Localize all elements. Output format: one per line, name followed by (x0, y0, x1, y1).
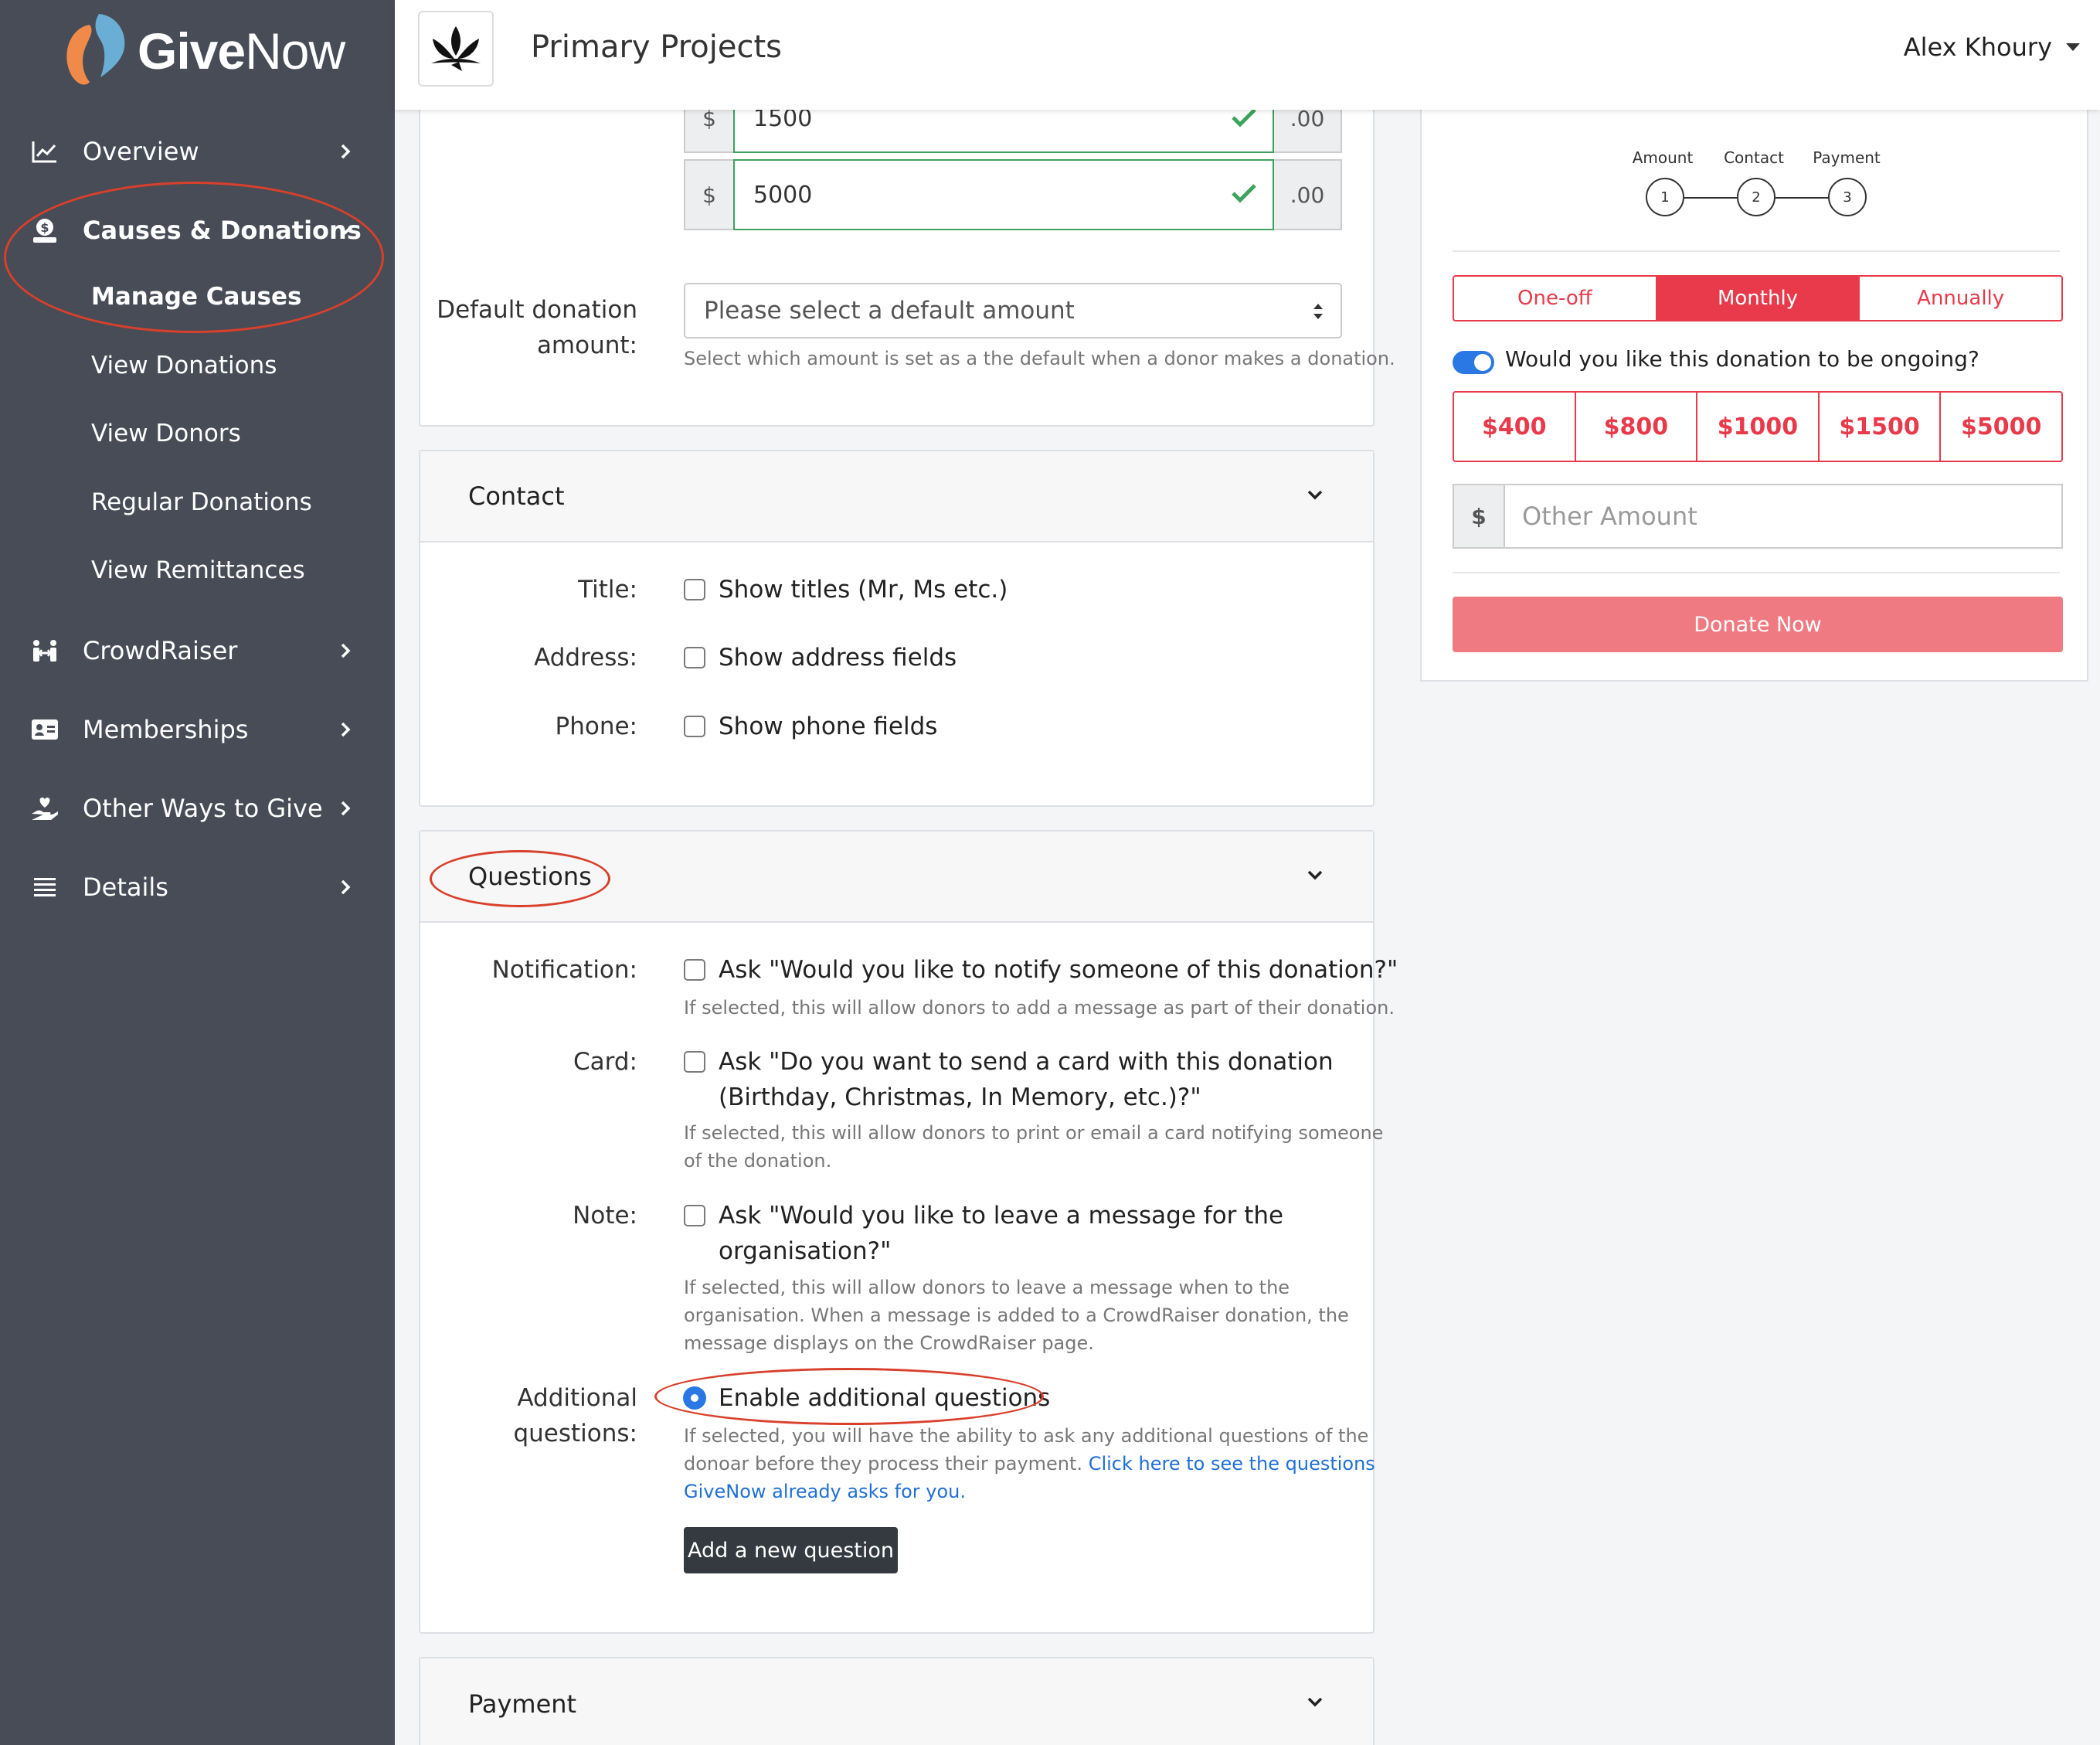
id-card-icon (31, 716, 59, 743)
annotation-ellipse-additional (654, 1368, 1044, 1425)
frequency-one-off[interactable]: One-off (1454, 277, 1656, 320)
sidebar-subitem-view-donations[interactable]: View Donations (91, 352, 277, 379)
select-arrows-icon (1313, 304, 1323, 319)
card-checkbox[interactable] (684, 1051, 705, 1073)
check-icon (1232, 108, 1256, 128)
frequency-selector: One-off Monthly Annually (1453, 275, 2063, 321)
amount-row: $ 5000 .00 (684, 159, 1342, 230)
notification-checkbox[interactable] (684, 959, 705, 981)
show-address-text: Show address fields (719, 644, 957, 672)
existing-questions-link[interactable]: Click here to see the questions (1089, 1453, 1375, 1475)
sidebar-item-details[interactable]: Details (0, 853, 395, 921)
add-question-button[interactable]: Add a new question (684, 1527, 898, 1573)
user-name: Alex Khoury (1903, 32, 2052, 62)
notification-text: Ask "Would you like to notify someone of… (719, 956, 1398, 984)
donation-preview: Amount Contact Payment 1 2 3 One-off Mon… (1420, 110, 2088, 682)
chevron-down-icon (1307, 490, 1323, 500)
step-label-payment: Payment (1813, 148, 1881, 167)
additional-questions-label: Additional questions: (513, 1384, 637, 1447)
show-phone-checkbox[interactable] (684, 716, 705, 737)
note-help: If selected, this will allow donors to l… (684, 1277, 1349, 1354)
step-1: 1 (1646, 178, 1684, 216)
donate-now-button[interactable]: Donate Now (1453, 597, 2063, 652)
frequency-annually[interactable]: Annually (1858, 277, 2061, 320)
step-label-amount: Amount (1632, 148, 1694, 167)
ongoing-toggle[interactable] (1453, 351, 1494, 374)
brand-name: GiveNow (138, 22, 345, 80)
card-text: Ask "Do you want to send a card with thi… (719, 1048, 1334, 1111)
show-titles-checkbox[interactable] (684, 579, 705, 600)
notification-help: If selected, this will allow donors to a… (684, 997, 1395, 1019)
note-text: Ask "Would you like to leave a message f… (719, 1202, 1284, 1265)
card-label: Card: (573, 1048, 637, 1076)
sidebar-item-other-ways-to-give[interactable]: Other Ways to Give (0, 774, 395, 842)
amount-option[interactable]: $1000 (1696, 393, 1818, 461)
amount-option[interactable]: $1500 (1817, 393, 1940, 461)
user-menu[interactable]: Alex Khoury (1904, 32, 2080, 62)
sidebar-item-memberships[interactable]: Memberships (0, 696, 395, 764)
show-titles-text: Show titles (Mr, Ms etc.) (719, 576, 1008, 604)
amount-option[interactable]: $400 (1454, 393, 1575, 461)
step-label-contact: Contact (1724, 148, 1784, 167)
contact-card: Contact (419, 450, 1375, 807)
amount-input[interactable]: 5000 (733, 159, 1274, 230)
currency-prefix: $ (1454, 485, 1505, 547)
chevron-right-icon (341, 879, 351, 895)
page-title: Primary Projects (531, 29, 782, 65)
givenow-logo-mark (59, 11, 133, 91)
show-address-checkbox[interactable] (684, 647, 705, 668)
people-icon (31, 637, 59, 665)
step-2: 2 (1737, 178, 1775, 216)
payment-header[interactable]: Payment (420, 1658, 1373, 1745)
chevron-right-icon (341, 144, 351, 159)
notification-label: Notification: (491, 956, 637, 984)
top-bar: Primary Projects Alex Khoury (395, 0, 2100, 110)
chevron-right-icon (341, 801, 351, 816)
hand-holding-icon (31, 794, 59, 822)
default-donation-label: Default donation amount: (437, 296, 637, 359)
payment-card: Payment (419, 1657, 1375, 1745)
title-label: Title: (578, 576, 637, 604)
amount-option[interactable]: $5000 (1939, 393, 2061, 461)
note-checkbox[interactable] (684, 1205, 705, 1226)
sidebar-subitem-view-remittances[interactable]: View Remittances (91, 556, 305, 584)
default-amount-select[interactable]: Please select a default amount (684, 283, 1342, 338)
annotation-ellipse-questions (430, 850, 610, 907)
check-icon (1232, 184, 1256, 203)
amount-options: $400 $800 $1000 $1500 $5000 (1453, 391, 2063, 462)
chevron-down-icon (1307, 870, 1323, 880)
phone-label: Phone: (555, 713, 637, 740)
givenow-logo[interactable]: GiveNow (59, 11, 345, 91)
contact-header[interactable]: Contact (420, 451, 1373, 543)
currency-prefix: $ (684, 159, 733, 230)
amount-option[interactable]: $800 (1574, 393, 1697, 461)
card-help: If selected, this will allow donors to p… (684, 1122, 1384, 1172)
annotation-ellipse-causes (4, 182, 384, 333)
list-icon (31, 873, 59, 901)
step-3: 3 (1828, 178, 1867, 216)
sidebar-subitem-regular-donations[interactable]: Regular Donations (91, 488, 312, 516)
sidebar-item-overview[interactable]: Overview (0, 117, 395, 185)
divider (1453, 250, 2060, 252)
lotus-icon (431, 26, 481, 71)
note-label: Note: (573, 1202, 637, 1230)
other-amount-field[interactable]: $ Other Amount (1453, 484, 2063, 549)
caret-down-icon (2066, 43, 2080, 51)
chevron-down-icon (1307, 1697, 1323, 1707)
existing-questions-link-cont[interactable]: GiveNow already asks for you. (684, 1481, 966, 1502)
show-phone-text: Show phone fields (719, 713, 938, 740)
other-amount-input[interactable]: Other Amount (1505, 485, 2061, 547)
additional-help: If selected, you will have the ability t… (684, 1425, 1375, 1502)
address-label: Address: (534, 644, 637, 672)
org-logo[interactable] (418, 11, 494, 87)
cents-suffix: .00 (1274, 159, 1342, 230)
divider (1453, 572, 2060, 573)
chart-line-icon (31, 138, 59, 165)
ongoing-label: Would you like this donation to be ongoi… (1505, 346, 1979, 372)
frequency-monthly[interactable]: Monthly (1655, 277, 1859, 320)
sidebar-subitem-view-donors[interactable]: View Donors (91, 420, 241, 447)
sidebar: GiveNow Overview $ Causes & Donations Ma… (0, 0, 395, 1745)
default-amount-help: Select which amount is set as a the defa… (684, 348, 1395, 369)
sidebar-item-crowdraiser[interactable]: CrowdRaiser (0, 617, 395, 685)
